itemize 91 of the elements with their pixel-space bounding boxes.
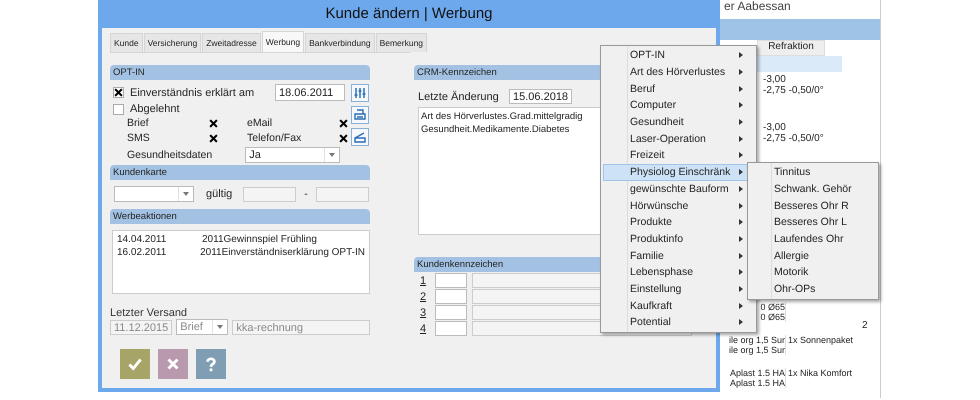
checkbox-label: Einverständnis erklärt am bbox=[130, 86, 254, 98]
field-label: Gesundheitsdaten bbox=[127, 149, 212, 161]
column-header[interactable]: Refraktion bbox=[757, 40, 825, 56]
menu-item[interactable]: Schwank. Gehör bbox=[750, 180, 876, 198]
row-number: 1 bbox=[420, 274, 428, 286]
checkbox[interactable] bbox=[338, 118, 349, 128]
submenu-arrow-icon bbox=[739, 319, 743, 326]
tab[interactable]: Kunde bbox=[110, 33, 143, 52]
tab[interactable]: Werbung bbox=[262, 31, 304, 52]
submenu-arrow-icon bbox=[739, 286, 743, 292]
submenu-arrow-icon bbox=[739, 202, 743, 209]
separator-text: - bbox=[304, 188, 308, 200]
submenu-arrow-icon bbox=[739, 69, 743, 76]
date-field[interactable]: 15.06.2018 bbox=[509, 89, 572, 104]
list-cell[interactable]: 2011Gewinnspiel Frühling bbox=[202, 233, 317, 246]
code-field[interactable] bbox=[435, 321, 467, 336]
table-cell: 1x Nika Komfort bbox=[785, 368, 878, 388]
submenu-arrow-icon bbox=[739, 186, 743, 192]
menu-item[interactable]: Beruf bbox=[603, 80, 754, 98]
caret-icon bbox=[329, 153, 336, 157]
table-cell: 1x Sonnenpaket bbox=[785, 335, 878, 355]
code-field[interactable] bbox=[435, 305, 467, 320]
table-cell-text: ile org 1,5 Sur ile org 1,5 Sur bbox=[728, 335, 785, 355]
dropdown[interactable]: Ja bbox=[245, 147, 340, 163]
date-field[interactable] bbox=[316, 186, 369, 202]
list-cell[interactable]: 14.04.2011 bbox=[117, 233, 202, 246]
row-number: 2 bbox=[420, 290, 428, 302]
cancel-button[interactable] bbox=[158, 349, 188, 379]
dropdown[interactable] bbox=[114, 186, 194, 202]
field-label: Letzte Änderung bbox=[418, 90, 500, 102]
checkbox[interactable] bbox=[208, 118, 219, 128]
code-field[interactable] bbox=[435, 289, 467, 304]
text-line: Art des Hörverlustes.Grad.mittelgradig bbox=[421, 110, 583, 123]
submenu-arrow-icon bbox=[739, 119, 743, 126]
submenu-arrow-icon bbox=[739, 269, 743, 276]
row-number: 3 bbox=[420, 306, 428, 318]
scanner-icon[interactable] bbox=[351, 128, 369, 146]
menu-item[interactable]: Ohr-OPs bbox=[750, 280, 876, 298]
field-label: Letzter Versand bbox=[110, 307, 188, 319]
submenu-arrow-icon bbox=[739, 136, 743, 142]
list-cell[interactable]: 2011Einverständniserklärung OPT-IN bbox=[200, 246, 365, 259]
help-button[interactable] bbox=[196, 349, 226, 379]
submenu-arrow-icon bbox=[739, 86, 743, 92]
printer-icon[interactable] bbox=[351, 106, 369, 124]
sliders-icon[interactable] bbox=[351, 84, 369, 102]
submenu-arrow-icon bbox=[739, 102, 743, 108]
section-header: Werbeaktionen bbox=[110, 209, 370, 224]
checkbox-label: Brief bbox=[127, 117, 149, 129]
tab[interactable]: Versicherung bbox=[144, 33, 202, 52]
submenu-arrow-icon bbox=[739, 152, 743, 158]
window-title: er Aabessan bbox=[724, 0, 791, 13]
window-title: Kunde ändern | Werbung bbox=[325, 5, 493, 22]
table-cell-text: Aplast 1.5 HA Aplast 1.5 HA bbox=[728, 368, 785, 388]
field-label: gültig bbox=[206, 188, 232, 200]
text-line: Gesundheit.Medikamente.Diabetes bbox=[421, 123, 570, 136]
submenu-arrow-icon bbox=[739, 169, 743, 176]
tab[interactable]: Zweitadresse bbox=[202, 33, 261, 52]
checkbox-label: Telefon/Fax bbox=[247, 132, 302, 144]
section-header: OPT-IN bbox=[110, 65, 370, 80]
menu-item[interactable]: Kaufkraft bbox=[603, 297, 754, 314]
table-cell-text: -3,00 -2,75 -0,50/0° bbox=[762, 73, 825, 96]
submenu-arrow-icon bbox=[739, 236, 743, 242]
caret-icon bbox=[217, 325, 224, 329]
menu-item[interactable]: OPT-IN bbox=[603, 47, 754, 64]
checkbox[interactable] bbox=[208, 132, 219, 144]
submenu-arrow-icon bbox=[739, 302, 743, 309]
row-number: 4 bbox=[420, 322, 428, 334]
checkbox[interactable] bbox=[338, 132, 349, 144]
checkbox-label: Abgelehnt bbox=[130, 103, 180, 115]
submenu-arrow-icon bbox=[739, 219, 743, 226]
table-cell: 2 bbox=[862, 320, 868, 331]
menu-item[interactable]: Potential bbox=[603, 314, 754, 331]
checkbox[interactable] bbox=[113, 104, 124, 114]
date-field[interactable] bbox=[243, 186, 296, 202]
tab[interactable]: Bankverbindung bbox=[305, 33, 375, 52]
list-cell[interactable]: 16.02.2011 bbox=[117, 246, 200, 259]
submenu-arrow-icon bbox=[739, 52, 743, 58]
menu-item[interactable]: Motorik bbox=[750, 264, 876, 281]
section-header: Kundenkarte bbox=[110, 165, 370, 180]
checkbox-label: SMS bbox=[127, 132, 150, 144]
tab[interactable]: Bemerkung bbox=[376, 33, 428, 52]
checkbox-label: eMail bbox=[247, 117, 272, 129]
checkbox[interactable] bbox=[113, 87, 124, 98]
table-cell-text: -3,00 -2,75 -0,50/0° bbox=[762, 121, 825, 144]
ok-button[interactable] bbox=[120, 349, 150, 379]
submenu-arrow-icon bbox=[739, 252, 743, 259]
caret-icon bbox=[183, 192, 189, 196]
date-field[interactable]: 18.06.2011 bbox=[275, 84, 345, 101]
dropdown[interactable]: Brief bbox=[176, 319, 228, 335]
table-cell-text: 0 Ø65 0 Ø65 bbox=[759, 302, 785, 322]
code-field[interactable] bbox=[435, 273, 467, 288]
